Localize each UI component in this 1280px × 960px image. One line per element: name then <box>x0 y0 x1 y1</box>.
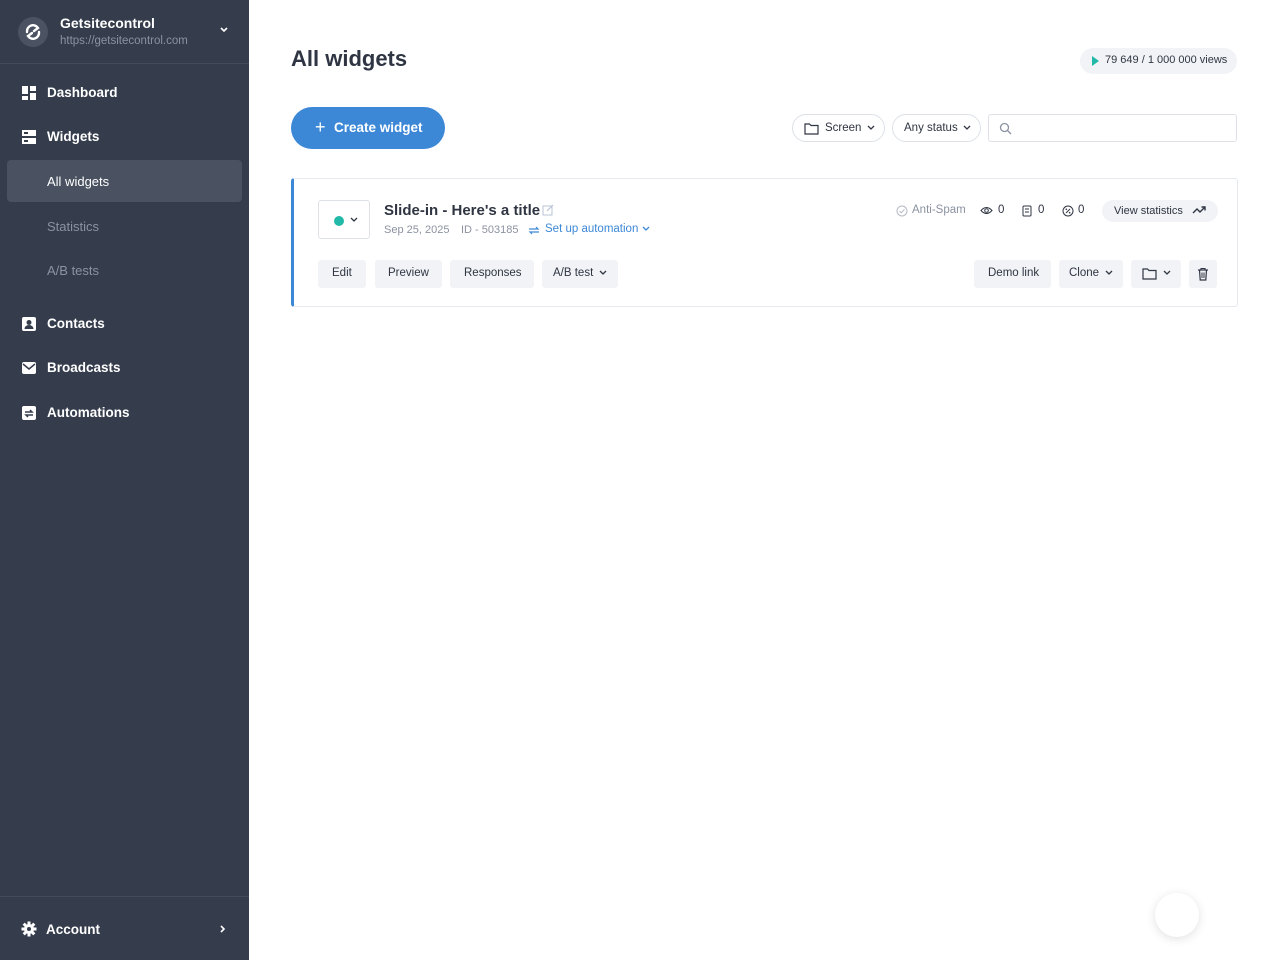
search-input[interactable] <box>1017 119 1227 137</box>
form-icon <box>1022 205 1032 217</box>
edit-title-icon[interactable] <box>542 204 554 216</box>
ab-test-dropdown[interactable]: A/B test <box>542 260 618 288</box>
sidebar-item-contacts[interactable]: Contacts <box>7 303 242 345</box>
chevron-down-icon <box>1105 270 1113 275</box>
conversion-count: 0 <box>1078 204 1085 216</box>
create-widget-button[interactable]: + Create widget <box>291 107 445 149</box>
sidebar-item-ab-tests[interactable]: A/B tests <box>7 249 242 291</box>
widget-card: Slide-in - Here's a title Sep 25, 2025 I… <box>291 178 1238 307</box>
responses-label: Responses <box>464 267 522 279</box>
move-to-folder-dropdown[interactable] <box>1131 260 1181 288</box>
demo-link-label: Demo link <box>988 267 1040 279</box>
views-usage-text: 79 649 / 1 000 000 views <box>1105 54 1228 66</box>
chevron-down-icon <box>599 270 607 275</box>
demo-link-button[interactable]: Demo link <box>974 260 1051 288</box>
preview-label: Preview <box>388 267 429 279</box>
sidebar-item-dashboard[interactable]: Dashboard <box>7 72 242 114</box>
widget-id: ID - 503185 <box>461 224 519 236</box>
widget-created-date: Sep 25, 2025 <box>384 224 450 236</box>
sidebar-item-all-widgets[interactable]: All widgets <box>7 160 242 202</box>
chevron-down-icon <box>963 125 971 130</box>
clone-dropdown[interactable]: Clone <box>1059 260 1123 288</box>
sidebar: Getsitecontrol https://getsitecontrol.co… <box>0 0 249 960</box>
sidebar-item-label: Dashboard <box>47 85 118 100</box>
check-circle-icon <box>896 205 908 217</box>
ab-test-label: A/B test <box>553 267 594 279</box>
help-chat-button[interactable] <box>1155 893 1199 937</box>
sidebar-item-automations[interactable]: Automations <box>7 392 242 434</box>
chevron-down-icon <box>642 226 650 231</box>
sidebar-item-label: Contacts <box>47 316 105 331</box>
active-status-dot <box>334 216 344 226</box>
chevron-down-icon <box>1163 270 1171 275</box>
search-icon <box>999 122 1012 135</box>
site-name: Getsitecontrol <box>60 15 155 31</box>
sidebar-item-label: Automations <box>47 405 130 420</box>
play-icon <box>1092 56 1099 66</box>
trash-icon <box>1198 267 1208 281</box>
anti-spam-label: Anti-Spam <box>912 204 966 216</box>
plus-icon: + <box>315 117 326 137</box>
setup-automation-label: Set up automation <box>545 223 639 235</box>
sidebar-item-label: Statistics <box>47 219 100 234</box>
dashboard-icon <box>22 86 36 100</box>
sidebar-item-label: A/B tests <box>47 263 100 278</box>
status-filter-label: Any status <box>904 122 958 134</box>
eye-icon <box>980 207 993 214</box>
chevron-right-icon <box>220 925 226 933</box>
delete-button[interactable] <box>1189 260 1217 288</box>
chevron-down-icon <box>867 125 875 130</box>
sidebar-item-widgets[interactable]: Widgets <box>7 116 242 158</box>
automation-arrows-icon <box>528 226 540 235</box>
view-statistics-label: View statistics <box>1114 205 1183 217</box>
chevron-down-icon <box>350 217 358 222</box>
site-logo-icon <box>18 17 48 47</box>
sidebar-item-label: Broadcasts <box>47 360 121 375</box>
percent-icon <box>1062 205 1074 217</box>
responses-button[interactable]: Responses <box>450 260 534 288</box>
site-switcher[interactable]: Getsitecontrol https://getsitecontrol.co… <box>0 0 249 64</box>
folder-icon <box>804 123 819 135</box>
create-widget-label: Create widget <box>334 120 423 135</box>
chevron-down-icon <box>220 27 228 33</box>
automations-icon <box>22 406 36 420</box>
sidebar-item-label: All widgets <box>47 174 110 189</box>
sidebar-item-account[interactable]: Account <box>0 896 249 960</box>
views-usage-badge[interactable]: 79 649 / 1 000 000 views <box>1080 48 1237 74</box>
clone-label: Clone <box>1069 267 1100 279</box>
edit-button[interactable]: Edit <box>318 260 366 288</box>
trending-up-icon <box>1192 206 1206 214</box>
page-title: All widgets <box>291 46 408 71</box>
search-field[interactable] <box>988 114 1237 142</box>
sidebar-item-broadcasts[interactable]: Broadcasts <box>7 347 242 389</box>
widget-status-dropdown[interactable] <box>318 200 370 239</box>
views-count: 0 <box>998 204 1005 216</box>
edit-label: Edit <box>332 267 352 279</box>
widgets-icon <box>22 130 36 144</box>
envelope-icon <box>22 362 36 374</box>
screen-filter-label: Screen <box>825 122 862 134</box>
sidebar-item-label: Widgets <box>47 129 100 144</box>
sidebar-item-statistics[interactable]: Statistics <box>7 205 242 247</box>
gear-icon <box>21 921 37 937</box>
view-statistics-button[interactable]: View statistics <box>1102 200 1218 222</box>
widget-title[interactable]: Slide-in - Here's a title <box>384 202 540 219</box>
site-url: https://getsitecontrol.com <box>60 35 188 47</box>
responses-count: 0 <box>1038 204 1045 216</box>
sidebar-item-label: Account <box>46 922 100 937</box>
contacts-icon <box>22 317 36 331</box>
folder-icon <box>1142 268 1157 280</box>
preview-button[interactable]: Preview <box>375 260 442 288</box>
screen-filter-dropdown[interactable]: Screen <box>792 114 885 142</box>
status-filter-dropdown[interactable]: Any status <box>892 114 981 142</box>
